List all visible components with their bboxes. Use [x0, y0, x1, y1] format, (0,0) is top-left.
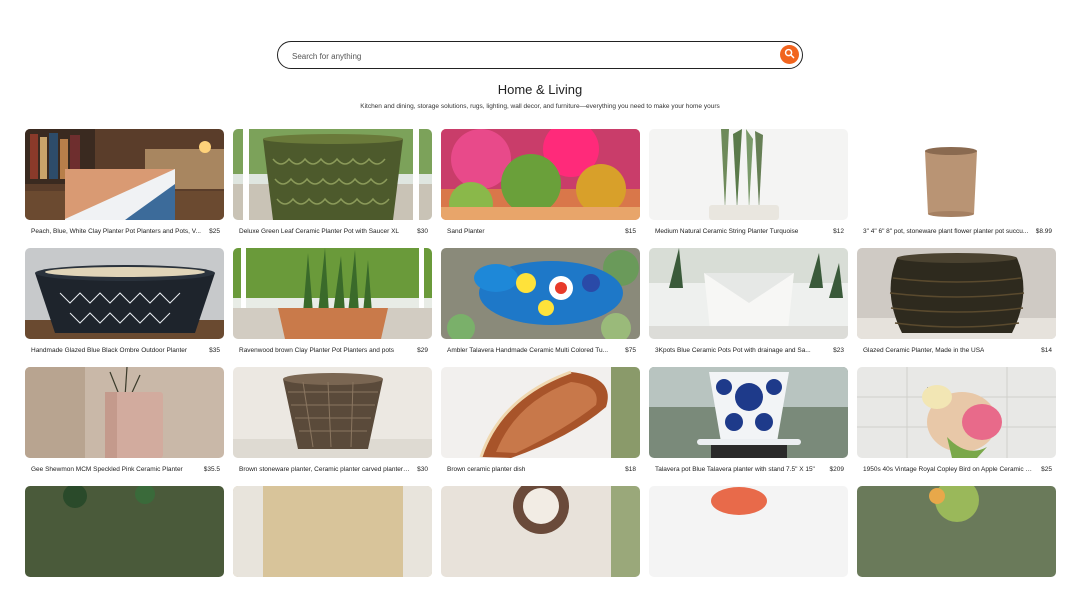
product-title[interactable]: Gee Shewmon MCM Speckled Pink Ceramic Pl…	[31, 466, 183, 473]
product-title[interactable]: Handmade Glazed Blue Black Ombre Outdoor…	[31, 347, 187, 354]
product-image[interactable]	[233, 486, 432, 577]
product-card[interactable]: 3Kpots Blue Ceramic Pots Pot with draina…	[649, 248, 848, 367]
product-image[interactable]	[233, 367, 432, 458]
product-title[interactable]: Deluxe Green Leaf Ceramic Planter Pot wi…	[239, 228, 399, 235]
product-price: $15	[625, 228, 636, 235]
product-image[interactable]	[233, 129, 432, 220]
product-image[interactable]	[649, 367, 848, 458]
search-icon	[784, 46, 795, 64]
product-price: $35	[209, 347, 220, 354]
product-card[interactable]: 3" 4" 6" 8" pot, stoneware plant flower …	[857, 129, 1056, 248]
product-price: $30	[417, 466, 428, 473]
product-image[interactable]	[857, 248, 1056, 339]
product-title[interactable]: Sand Planter	[447, 228, 485, 235]
product-card[interactable]: Gee Shewmon MCM Speckled Pink Ceramic Pl…	[25, 367, 224, 486]
product-card[interactable]: Ravenwood brown Clay Planter Pot Planter…	[233, 248, 432, 367]
product-title[interactable]: Medium Natural Ceramic String Planter Tu…	[655, 228, 798, 235]
product-price: $30	[417, 228, 428, 235]
product-price: $35.5	[203, 466, 220, 473]
product-card[interactable]	[441, 486, 640, 605]
product-card[interactable]: Glazed Ceramic Planter, Made in the USA $…	[857, 248, 1056, 367]
product-title[interactable]: Ravenwood brown Clay Planter Pot Planter…	[239, 347, 394, 354]
search-bar[interactable]	[277, 41, 803, 69]
product-price: $12	[833, 228, 844, 235]
product-price: $14	[1041, 347, 1052, 354]
product-grid: Peach, Blue, White Clay Planter Pot Plan…	[25, 129, 1056, 605]
product-card[interactable]: Brown ceramic planter dish $18	[441, 367, 640, 486]
product-card[interactable]: Deluxe Green Leaf Ceramic Planter Pot wi…	[233, 129, 432, 248]
product-image[interactable]	[857, 367, 1056, 458]
product-card[interactable]: Sand Planter $15	[441, 129, 640, 248]
product-card[interactable]: Brown stoneware planter, Ceramic planter…	[233, 367, 432, 486]
product-image[interactable]	[441, 486, 640, 577]
product-image[interactable]	[441, 129, 640, 220]
product-price: $209	[829, 466, 844, 473]
product-image[interactable]	[25, 367, 224, 458]
product-title[interactable]: Brown stoneware planter, Ceramic planter…	[239, 466, 411, 473]
product-title[interactable]: Talavera pot Blue Talavera planter with …	[655, 466, 815, 473]
search-input[interactable]	[290, 47, 764, 65]
product-image[interactable]	[649, 486, 848, 577]
product-card[interactable]: Peach, Blue, White Clay Planter Pot Plan…	[25, 129, 224, 248]
product-price: $8.99	[1035, 228, 1052, 235]
product-image[interactable]	[25, 129, 224, 220]
product-price: $25	[1041, 466, 1052, 473]
product-card[interactable]	[25, 486, 224, 605]
product-title[interactable]: Peach, Blue, White Clay Planter Pot Plan…	[31, 228, 201, 235]
product-image[interactable]	[441, 367, 640, 458]
product-card[interactable]: Ambler Talavera Handmade Ceramic Multi C…	[441, 248, 640, 367]
product-price: $18	[625, 466, 636, 473]
product-card[interactable]	[649, 486, 848, 605]
product-title[interactable]: Brown ceramic planter dish	[447, 466, 525, 473]
product-title[interactable]: 3Kpots Blue Ceramic Pots Pot with draina…	[655, 347, 811, 354]
product-title[interactable]: Glazed Ceramic Planter, Made in the USA	[863, 347, 984, 354]
product-image[interactable]	[857, 129, 1056, 220]
product-image[interactable]	[25, 486, 224, 577]
product-price: $23	[833, 347, 844, 354]
product-card[interactable]: Talavera pot Blue Talavera planter with …	[649, 367, 848, 486]
product-card[interactable]	[857, 486, 1056, 605]
product-image[interactable]	[441, 248, 640, 339]
search-button[interactable]	[780, 45, 799, 64]
product-price: $25	[209, 228, 220, 235]
product-price: $75	[625, 347, 636, 354]
product-title[interactable]: Ambler Talavera Handmade Ceramic Multi C…	[447, 347, 608, 354]
product-image[interactable]	[649, 129, 848, 220]
product-card[interactable]	[233, 486, 432, 605]
product-title[interactable]: 3" 4" 6" 8" pot, stoneware plant flower …	[863, 228, 1028, 235]
product-card[interactable]: Medium Natural Ceramic String Planter Tu…	[649, 129, 848, 248]
product-card[interactable]: 1950s 40s Vintage Royal Copley Bird on A…	[857, 367, 1056, 486]
product-image[interactable]	[233, 248, 432, 339]
product-image[interactable]	[857, 486, 1056, 577]
page-subtitle: Kitchen and dining, storage solutions, r…	[360, 103, 720, 110]
page-title: Home & Living	[497, 82, 583, 97]
product-image[interactable]	[25, 248, 224, 339]
product-price: $29	[417, 347, 428, 354]
product-card[interactable]: Handmade Glazed Blue Black Ombre Outdoor…	[25, 248, 224, 367]
product-title[interactable]: 1950s 40s Vintage Royal Copley Bird on A…	[863, 466, 1035, 473]
product-image[interactable]	[649, 248, 848, 339]
